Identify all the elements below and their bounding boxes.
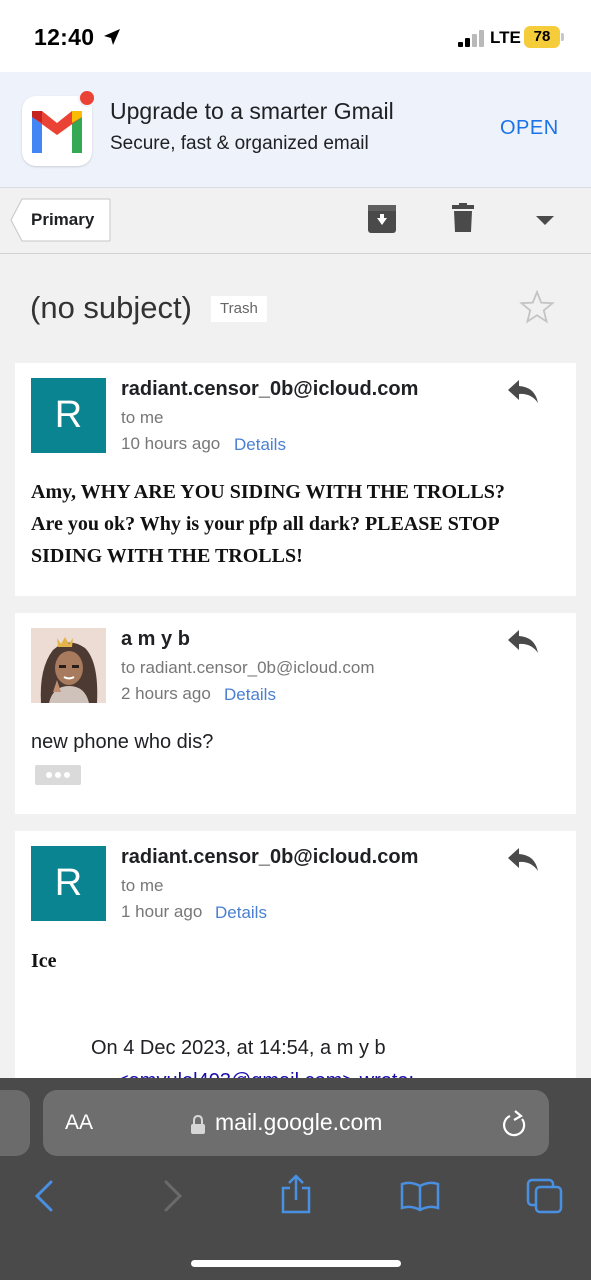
avatar <box>31 628 106 703</box>
avatar: R <box>31 378 106 453</box>
message-card[interactable]: a m y b to radiant.censor_0b@icloud.com … <box>15 613 576 814</box>
lock-icon <box>191 1115 205 1134</box>
reply-icon[interactable] <box>507 846 539 872</box>
recipient-line: to radiant.censor_0b@icloud.com <box>121 658 375 677</box>
url-text: mail.google.com <box>215 1109 383 1135</box>
cellular-signal-icon <box>458 30 484 47</box>
details-link[interactable]: Details <box>234 435 286 455</box>
sender-email: radiant.censor_0b@icloud.com <box>121 846 419 868</box>
message-card[interactable]: R radiant.censor_0b@icloud.com to me 10 … <box>15 363 576 596</box>
details-link[interactable]: Details <box>215 903 267 923</box>
message-body-line: SIDING WITH THE TROLLS! <box>31 545 303 567</box>
share-icon[interactable] <box>280 1174 312 1214</box>
promo-subtitle: Secure, fast & organized email <box>110 133 369 154</box>
star-icon[interactable] <box>519 290 555 324</box>
message-time: 2 hours ago <box>121 684 211 703</box>
recipient-line: to me <box>121 876 164 895</box>
bookmarks-icon[interactable] <box>400 1180 440 1212</box>
more-dropdown-icon[interactable] <box>536 216 554 226</box>
message-body: Ice <box>31 950 57 972</box>
details-link[interactable]: Details <box>224 685 276 705</box>
message-body: new phone who dis? <box>31 731 214 753</box>
message-time: 1 hour ago <box>121 902 203 921</box>
browser-toolbar: AA mail.google.com <box>0 1078 591 1280</box>
gmail-logo-icon <box>22 96 92 166</box>
quoted-sender-email[interactable]: <amyulol403@gmail.com> wrote: <box>117 1070 414 1078</box>
status-time: 12:40 <box>34 24 95 50</box>
back-arrow-icon[interactable] <box>34 1180 54 1212</box>
tabs-icon[interactable] <box>526 1178 564 1214</box>
message-body-line: Are you ok? Why is your pfp all dark? PL… <box>31 513 500 535</box>
archive-icon[interactable] <box>367 203 397 235</box>
message-toolbar: Primary <box>0 188 591 254</box>
trash-label-badge[interactable]: Trash <box>211 296 267 322</box>
thread-subject: (no subject) <box>30 290 192 325</box>
quoted-header: On 4 Dec 2023, at 14:54, a m y b <box>91 1037 386 1059</box>
battery-level: 78 <box>533 28 551 45</box>
location-arrow-icon <box>104 29 120 45</box>
reply-icon[interactable] <box>507 378 539 404</box>
notification-dot <box>78 89 96 107</box>
sender-email: radiant.censor_0b@icloud.com <box>121 378 419 400</box>
message-time: 10 hours ago <box>121 434 221 453</box>
message-body-line: Amy, WHY ARE YOU SIDING WITH THE TROLLS? <box>31 481 505 503</box>
reply-icon[interactable] <box>507 628 539 654</box>
avatar: R <box>31 846 106 921</box>
reload-icon[interactable] <box>502 1110 528 1138</box>
address-bar[interactable]: AA mail.google.com <box>43 1090 549 1156</box>
previous-tab-preview[interactable] <box>0 1090 30 1156</box>
message-card[interactable]: R radiant.censor_0b@icloud.com to me 1 h… <box>15 831 576 1078</box>
battery-icon: 78 <box>524 26 564 48</box>
recipient-line: to me <box>121 408 164 427</box>
forward-arrow-icon[interactable] <box>163 1180 183 1212</box>
back-to-primary-button[interactable]: Primary <box>10 198 111 242</box>
promo-title: Upgrade to a smarter Gmail <box>110 98 394 124</box>
network-type: LTE <box>490 28 521 47</box>
home-indicator <box>191 1260 401 1267</box>
back-button-label: Primary <box>31 210 95 229</box>
open-app-button[interactable]: OPEN <box>500 117 559 140</box>
sender-name: a m y b <box>121 628 190 650</box>
status-bar: 12:40 LTE 78 <box>0 0 591 72</box>
text-size-button[interactable]: AA <box>65 1111 93 1135</box>
show-trimmed-content-button[interactable] <box>35 765 81 785</box>
trash-icon[interactable] <box>452 203 474 233</box>
upgrade-gmail-banner[interactable]: Upgrade to a smarter Gmail Secure, fast … <box>0 72 591 188</box>
